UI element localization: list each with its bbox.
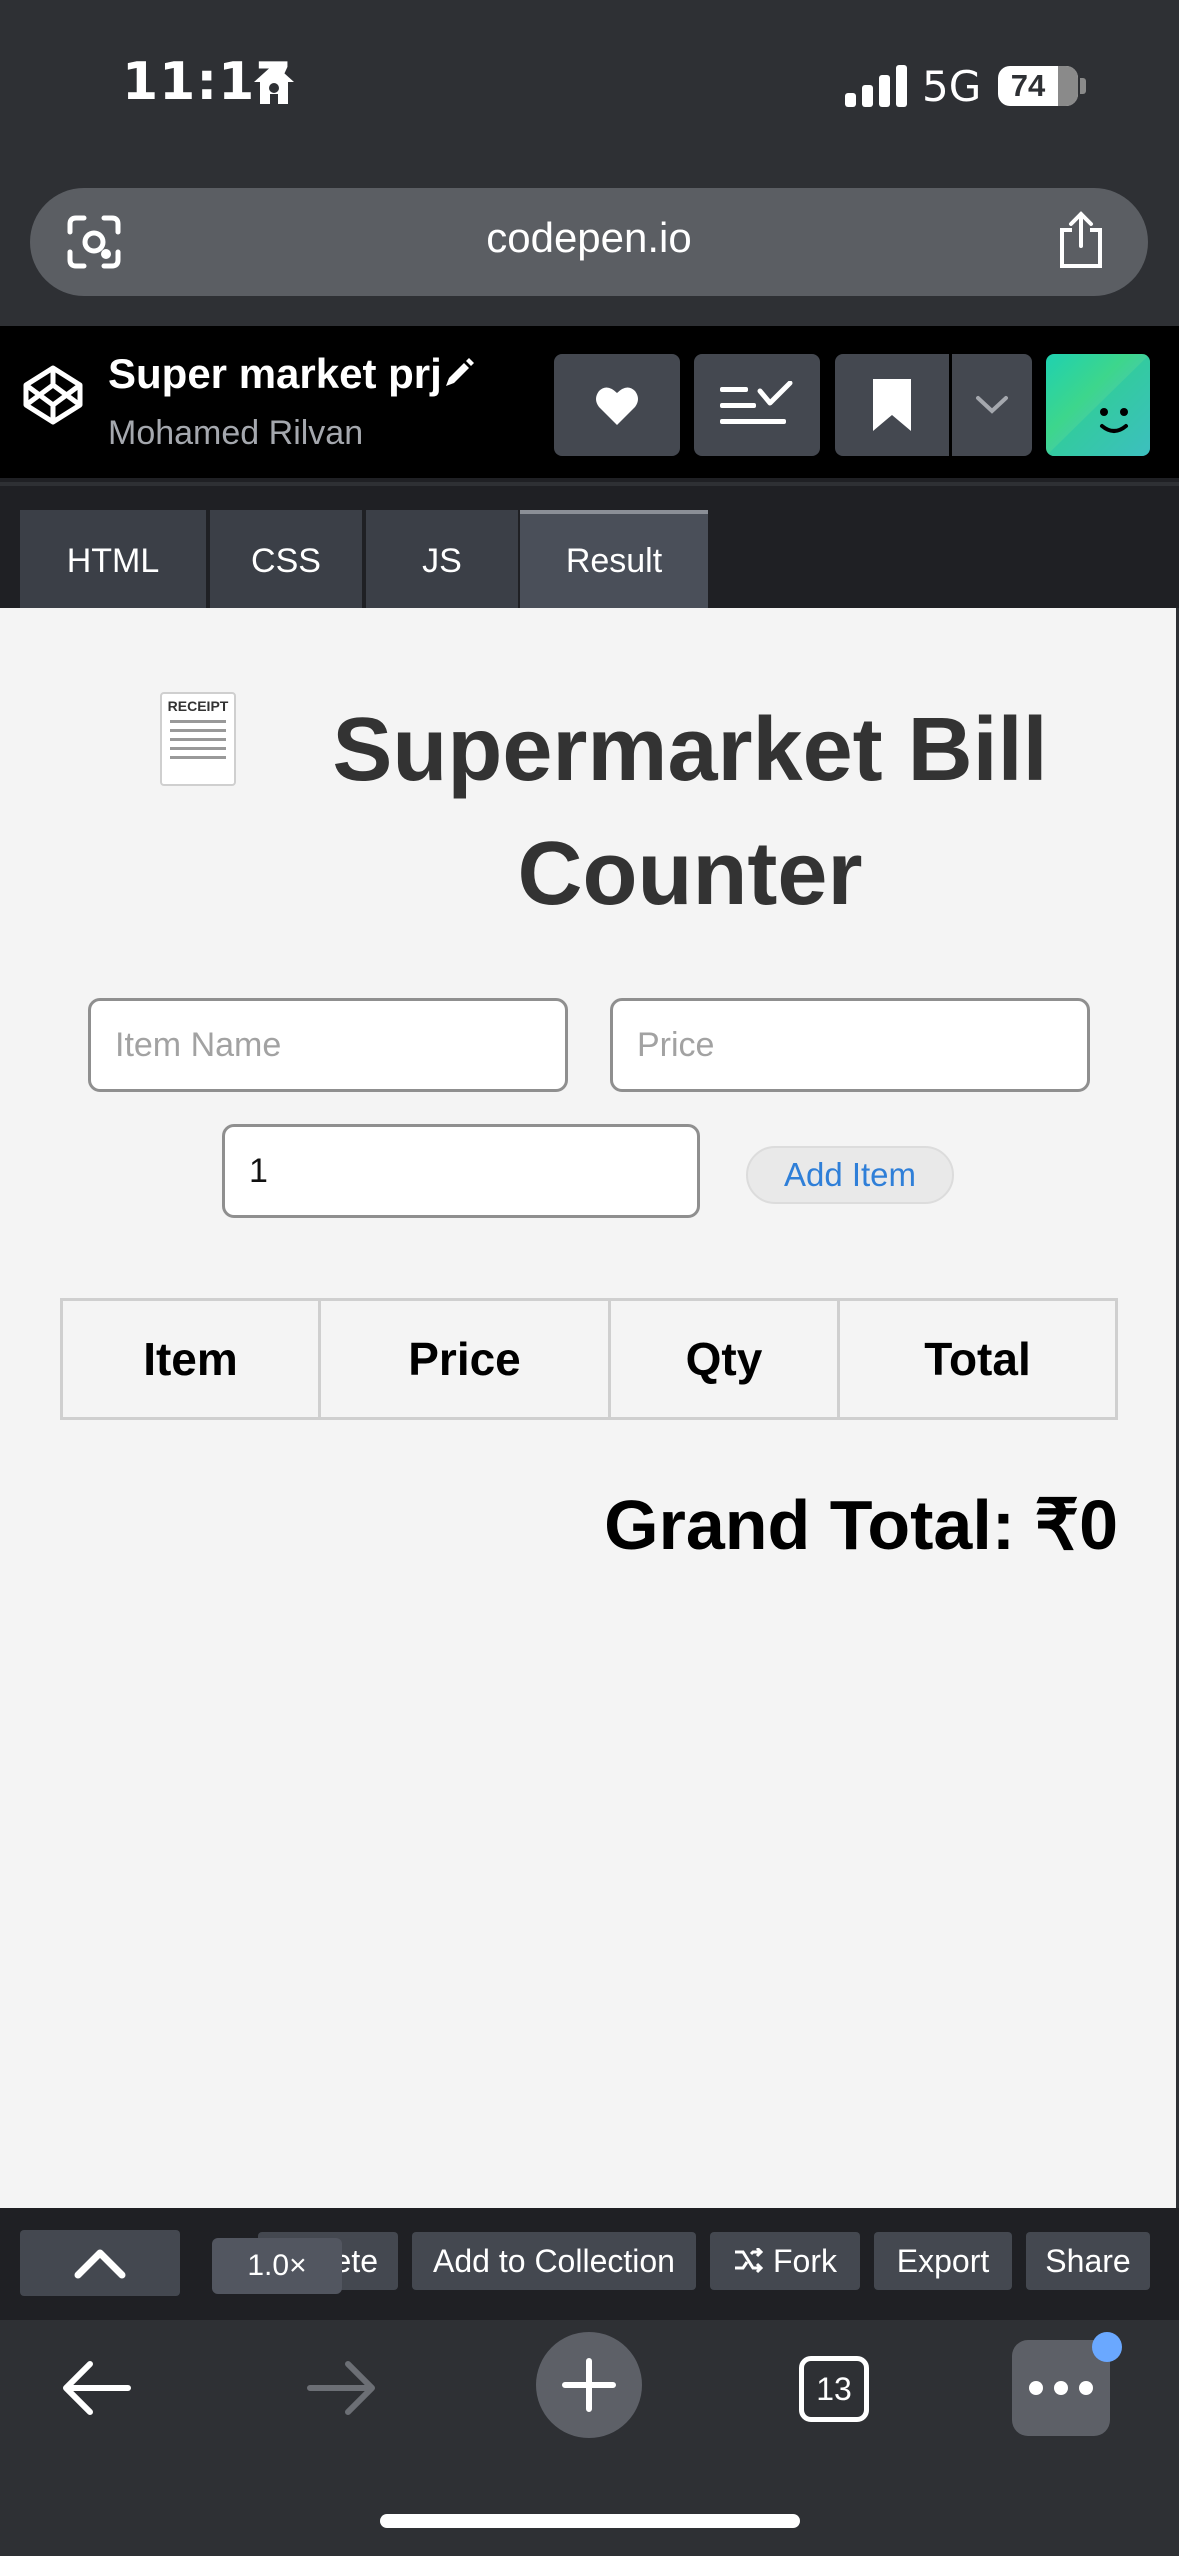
notification-dot — [1092, 2332, 1122, 2362]
export-button[interactable]: Export — [874, 2232, 1012, 2290]
pen-title[interactable]: Super market prj — [108, 350, 442, 398]
tab-css[interactable]: CSS — [210, 510, 362, 608]
codepen-logo-icon[interactable] — [20, 362, 86, 428]
fork-icon — [735, 2248, 763, 2274]
pen-author[interactable]: Mohamed Rilvan — [108, 414, 363, 453]
new-tab-button[interactable] — [536, 2332, 642, 2438]
quantity-input[interactable]: 1 — [222, 1124, 700, 1218]
editor-tabs: HTML CSS JS Result — [0, 486, 1179, 608]
network-label: 5G — [922, 62, 982, 111]
edit-pencil-icon[interactable] — [440, 356, 476, 392]
battery-level: 74 — [1010, 68, 1046, 103]
pen-toolbar: ete 1.0× Add to Collection Fork Export S… — [0, 2208, 1179, 2320]
plus-icon — [562, 2358, 616, 2412]
expand-button[interactable] — [20, 2230, 180, 2296]
heart-icon — [596, 387, 638, 425]
add-to-collection-button[interactable]: Add to Collection — [412, 2232, 696, 2290]
ellipsis-icon — [1029, 2381, 1093, 2395]
address-bar[interactable]: codepen.io — [30, 188, 1148, 296]
table-header-total: Total — [924, 1333, 1031, 1385]
save-to-list-button[interactable] — [694, 354, 820, 456]
smiley-face-icon — [1046, 354, 1150, 456]
home-icon — [254, 64, 294, 104]
signal-icon — [845, 65, 907, 107]
love-button[interactable] — [554, 354, 680, 456]
item-name-input[interactable]: Item Name — [88, 998, 568, 1092]
page-title: Supermarket Bill Counter — [332, 700, 1048, 924]
table-header-qty: Qty — [611, 1301, 840, 1417]
list-check-icon — [720, 381, 793, 424]
home-indicator — [380, 2514, 800, 2528]
add-item-button[interactable]: Add Item — [746, 1146, 954, 1204]
chevron-up-icon — [74, 2249, 126, 2279]
codepen-header: Super market prj Mohamed Rilvan — [0, 326, 1179, 482]
grand-total: Grand Total: ₹0 — [604, 1486, 1118, 1564]
table-header-price: Price — [321, 1301, 611, 1417]
zoom-level[interactable]: 1.0× — [212, 2238, 342, 2294]
fork-button[interactable]: Fork — [710, 2232, 860, 2290]
status-bar: 11:17 5G 74 — [0, 0, 1179, 180]
back-arrow-icon[interactable] — [60, 2358, 132, 2418]
bookmark-icon — [873, 379, 911, 431]
table-header-item: Item — [63, 1301, 321, 1417]
bookmark-button[interactable] — [835, 354, 949, 456]
share-icon[interactable] — [1054, 210, 1108, 270]
tab-html[interactable]: HTML — [20, 510, 206, 608]
fork-label: Fork — [773, 2242, 837, 2279]
tab-js[interactable]: JS — [366, 510, 518, 608]
receipt-icon: RECEIPT — [160, 692, 236, 786]
url-text[interactable]: codepen.io — [30, 214, 1148, 262]
bookmark-dropdown-button[interactable] — [952, 354, 1032, 456]
battery-cap — [1080, 78, 1086, 94]
share-button[interactable]: Share — [1026, 2232, 1150, 2290]
tabs-button[interactable]: 13 — [799, 2356, 869, 2422]
bill-table: Item Price Qty Total — [60, 1298, 1118, 1420]
battery-icon: 74 — [998, 66, 1078, 106]
chevron-down-icon — [976, 396, 1008, 414]
avatar[interactable] — [1046, 354, 1150, 456]
price-input[interactable]: Price — [610, 998, 1090, 1092]
result-preview: RECEIPT Supermarket Bill Counter Item Na… — [0, 608, 1176, 2208]
forward-arrow-icon[interactable] — [306, 2358, 378, 2418]
tab-result[interactable]: Result — [520, 510, 708, 608]
receipt-label: RECEIPT — [167, 698, 229, 714]
